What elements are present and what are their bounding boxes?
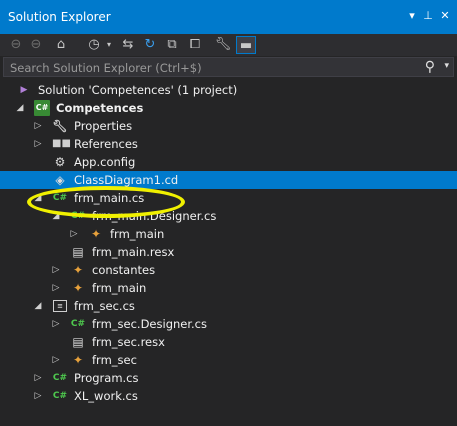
config-file-icon: ⚙ <box>54 155 66 169</box>
tree-item-app-config[interactable]: ⚙ App.config <box>0 153 457 171</box>
class-diagram-icon: ◈ <box>55 173 65 187</box>
tree-item-label: App.config <box>74 155 136 169</box>
title-bar: Solution Explorer ▾ ⊥ ✕ <box>0 0 457 34</box>
tree-item-frm-sec-resx[interactable]: ▤ frm_sec.resx <box>0 333 457 351</box>
expander[interactable]: ◢ <box>50 208 62 224</box>
class-icon: ✦ <box>72 281 84 295</box>
resource-file-icon: ▤ <box>72 245 84 259</box>
csharp-project-icon: C# <box>34 100 50 116</box>
expander[interactable]: ▷ <box>50 280 62 296</box>
properties-icon[interactable]: 🔧︎ <box>214 36 232 54</box>
search-bar[interactable]: Search Solution Explorer (Ctrl+$) ⚲ ▾ <box>3 57 454 77</box>
csharp-file-icon: C# <box>70 211 86 221</box>
window-title: Solution Explorer <box>8 10 111 24</box>
tree-item-label: frm_main.Designer.cs <box>92 209 217 223</box>
close-icon[interactable]: ✕ <box>438 8 452 24</box>
search-icon[interactable]: ⚲ <box>425 59 435 75</box>
form-icon: ≡ <box>53 300 67 312</box>
tree-item-label: frm_main.cs <box>74 191 145 205</box>
tree-item-properties[interactable]: ▷ 🔧︎ Properties <box>0 117 457 135</box>
tree-item-frm-main-designer[interactable]: ◢ C# frm_main.Designer.cs <box>0 207 457 225</box>
csharp-file-icon: C# <box>70 319 86 329</box>
tree-item-xl-work-cs[interactable]: ▷ C# XL_work.cs <box>0 387 457 405</box>
tree-item-label: constantes <box>92 263 156 277</box>
expander[interactable]: ▷ <box>32 388 44 404</box>
tree-item-frm-sec-designer[interactable]: ▷ C# frm_sec.Designer.cs <box>0 315 457 333</box>
tree-item-label: frm_sec.Designer.cs <box>92 317 207 331</box>
home-icon[interactable]: ⌂ <box>52 36 70 54</box>
preview-icon[interactable]: ▬ <box>236 36 256 54</box>
toolbar: ⊖ ⊖ ⌂ ◷ ▾ ⇆ ↻ ⧉ ⧠ 🔧︎ ▬ <box>0 34 457 56</box>
tree-item-label: ClassDiagram1.cd <box>74 173 179 187</box>
csharp-file-icon: C# <box>52 391 68 401</box>
wrench-icon: 🔧︎ <box>52 119 68 133</box>
expander[interactable]: ◢ <box>14 100 26 116</box>
tree-item-frm-main-resx[interactable]: ▤ frm_main.resx <box>0 243 457 261</box>
tree-item-frm-sec-cs[interactable]: ◢ ≡ frm_sec.cs <box>0 297 457 315</box>
tree-item-label: frm_main <box>110 227 165 241</box>
tree-item-label: XL_work.cs <box>74 389 138 403</box>
forward-icon[interactable]: ⊖ <box>28 36 44 54</box>
class-icon: ✦ <box>72 263 84 277</box>
tree-item-solution[interactable]: ▶ Solution 'Competences' (1 project) <box>0 81 457 99</box>
solution-icon: ▶ <box>20 85 28 95</box>
tree-item-references[interactable]: ▷ ■■ References <box>0 135 457 153</box>
csharp-file-icon: C# <box>52 373 68 383</box>
back-icon[interactable]: ⊖ <box>8 36 24 54</box>
refresh-icon[interactable]: ↻ <box>142 36 158 54</box>
history-icon[interactable]: ◷ <box>86 36 102 54</box>
tree-item-frm-sec-class[interactable]: ▷ ✦ frm_sec <box>0 351 457 369</box>
tree-item-project[interactable]: ◢ C# Competences <box>0 99 457 117</box>
expander[interactable]: ▷ <box>32 370 44 386</box>
expander[interactable]: ▷ <box>50 352 62 368</box>
expander[interactable]: ▷ <box>32 118 44 134</box>
tree-item-frm-main-class[interactable]: ▷ ✦ frm_main <box>0 225 457 243</box>
tree-item-label: frm_sec.cs <box>74 299 135 313</box>
expander[interactable]: ▷ <box>32 136 44 152</box>
tree-item-label: frm_main.resx <box>92 245 175 259</box>
expander[interactable]: ▷ <box>50 262 62 278</box>
tree-item-program-cs[interactable]: ▷ C# Program.cs <box>0 369 457 387</box>
tree-item-label: Program.cs <box>74 371 139 385</box>
tree-item-label: frm_sec.resx <box>92 335 165 349</box>
collapse-all-icon[interactable]: ⧉ <box>164 36 180 54</box>
tree-item-label: Properties <box>74 119 133 133</box>
dropdown-menu-icon[interactable]: ▾ <box>405 8 419 24</box>
tree-item-label: Competences <box>56 101 144 115</box>
expander[interactable]: ◢ <box>32 298 44 314</box>
history-dropdown-icon[interactable]: ▾ <box>104 36 114 54</box>
tree-item-frm-main-class-2[interactable]: ▷ ✦ frm_main <box>0 279 457 297</box>
sync-icon[interactable]: ⇆ <box>120 36 136 54</box>
pin-icon[interactable]: ⊥ <box>421 8 435 24</box>
expander[interactable]: ▷ <box>50 316 62 332</box>
search-input[interactable]: Search Solution Explorer (Ctrl+$) <box>10 61 202 75</box>
tree-item-label: frm_main <box>92 281 147 295</box>
references-icon: ■■ <box>52 138 71 149</box>
tree-item-class-diagram[interactable]: ◈ ClassDiagram1.cd <box>0 171 457 189</box>
expander[interactable]: ▷ <box>68 226 80 242</box>
expander[interactable]: ◢ <box>32 190 44 206</box>
tree-item-constantes[interactable]: ▷ ✦ constantes <box>0 261 457 279</box>
resource-file-icon: ▤ <box>72 335 84 349</box>
class-icon: ✦ <box>90 227 102 241</box>
tree-item-frm-main-cs[interactable]: ◢ C# frm_main.cs <box>0 189 457 207</box>
tree-item-label: References <box>74 137 138 151</box>
csharp-file-icon: C# <box>52 193 68 203</box>
search-options-icon[interactable]: ▾ <box>444 61 449 71</box>
show-all-files-icon[interactable]: ⧠ <box>186 36 204 54</box>
tree-item-label: Solution 'Competences' (1 project) <box>38 83 238 97</box>
tree-item-label: frm_sec <box>92 353 137 367</box>
class-icon: ✦ <box>72 353 84 367</box>
